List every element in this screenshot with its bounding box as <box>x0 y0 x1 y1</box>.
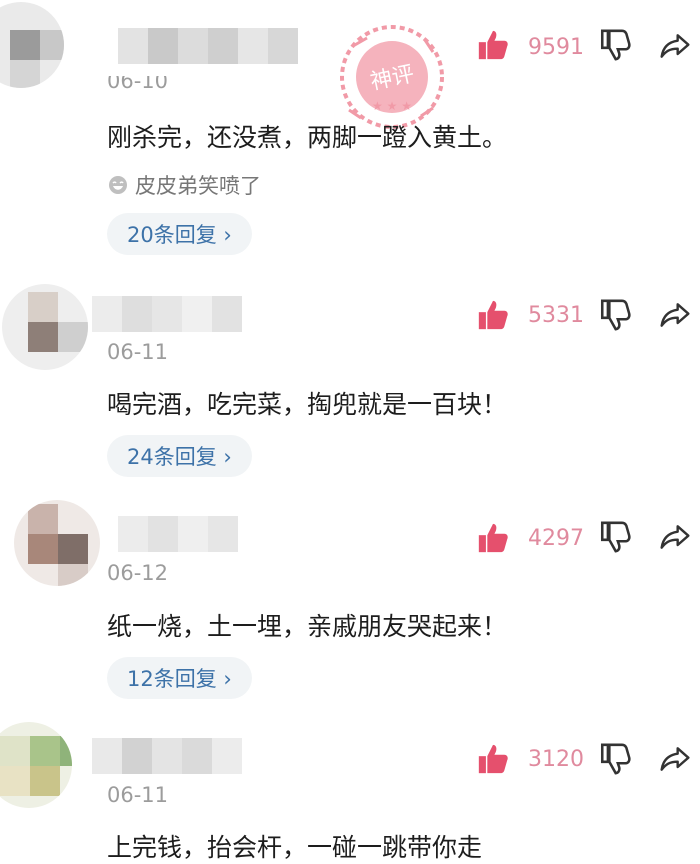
username-blurred[interactable] <box>118 28 298 64</box>
like-count: 9591 <box>528 35 584 60</box>
username-blurred[interactable] <box>92 296 242 332</box>
share-icon[interactable] <box>658 521 692 553</box>
username-blurred[interactable] <box>92 738 242 774</box>
share-icon[interactable] <box>658 299 692 331</box>
thumbs-down-icon[interactable] <box>598 742 632 776</box>
replies-button[interactable]: 24条回复 › <box>107 435 252 477</box>
avatar[interactable] <box>0 2 64 88</box>
thumbs-up-icon[interactable] <box>476 521 510 555</box>
like-count: 4297 <box>528 526 584 551</box>
comment-date: 06-12 <box>107 561 169 585</box>
avatar[interactable] <box>14 500 100 586</box>
svg-text:★ ★ ★: ★ ★ ★ <box>372 99 412 113</box>
laugh-icon <box>109 176 127 194</box>
replies-button[interactable]: 20条回复 › <box>107 213 252 255</box>
thumbs-up-icon[interactable] <box>476 298 510 332</box>
replies-button[interactable]: 12条回复 › <box>107 657 252 699</box>
username-blurred[interactable] <box>118 516 238 552</box>
thumbs-up-icon[interactable] <box>476 742 510 776</box>
thumbs-down-icon[interactable] <box>598 520 632 554</box>
share-icon[interactable] <box>658 743 692 775</box>
avatar[interactable] <box>0 722 72 808</box>
thumbs-down-icon[interactable] <box>598 298 632 332</box>
reaction-text: 皮皮弟笑喷了 <box>135 174 261 198</box>
like-count: 5331 <box>528 303 584 328</box>
avatar[interactable] <box>2 284 88 370</box>
comment-date: 06-11 <box>107 783 169 807</box>
thumbs-down-icon[interactable] <box>598 28 632 62</box>
comment-text: 刚杀完，还没煮，两脚一蹬入黄土。 <box>107 123 508 152</box>
reaction-line[interactable]: 皮皮弟笑喷了 <box>107 170 261 200</box>
thumbs-up-icon[interactable] <box>476 28 510 62</box>
like-count: 3120 <box>528 747 584 772</box>
comment-text: 喝完酒，吃完菜，掏兜就是一百块！ <box>107 390 508 419</box>
share-icon[interactable] <box>658 30 692 62</box>
comment-date: 06-11 <box>107 340 169 364</box>
comment-date: 06-10 <box>107 76 169 93</box>
comment-text: 纸一烧，土一埋，亲戚朋友哭起来！ <box>107 612 508 641</box>
